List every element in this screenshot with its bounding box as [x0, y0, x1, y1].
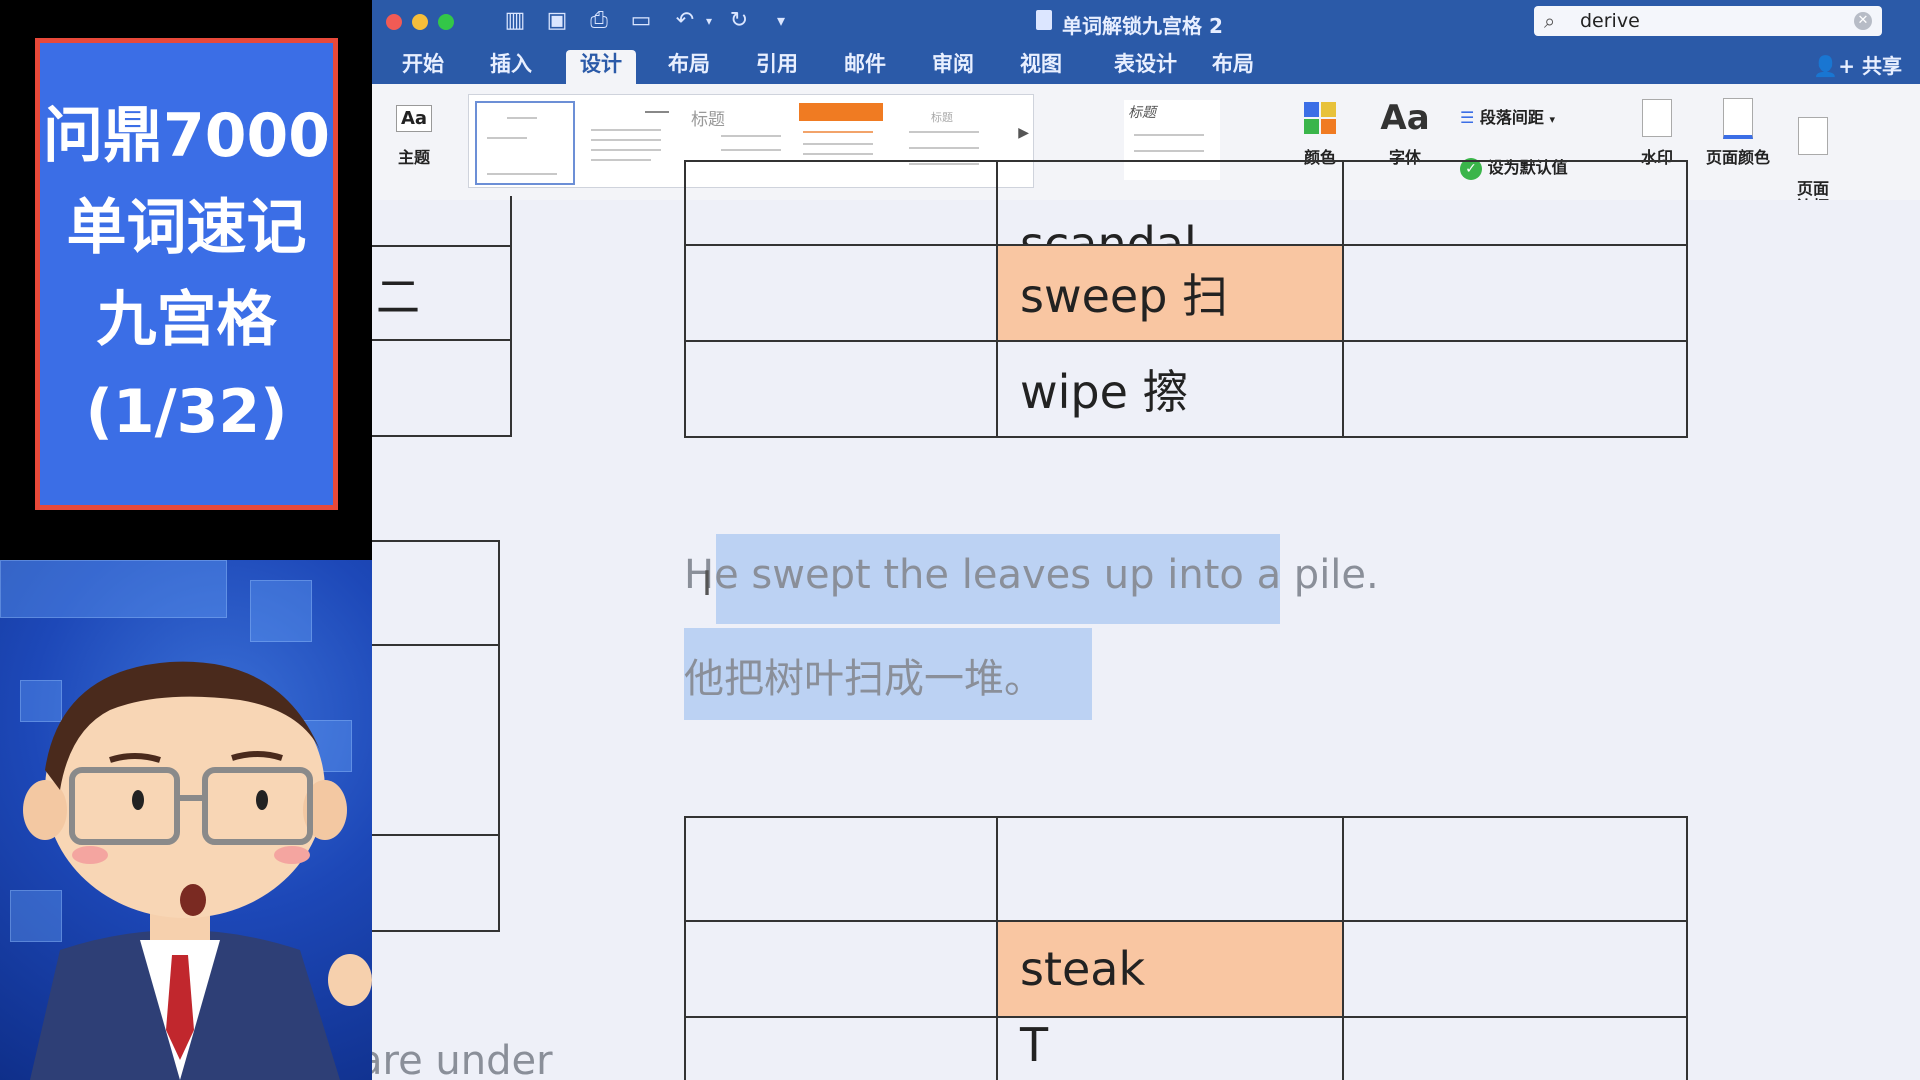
left-partial-table-bottom	[372, 540, 500, 932]
paragraph-spacing-icon: ☰	[1460, 108, 1475, 127]
style-thumb-3-title: 标题	[691, 110, 725, 130]
tab-view[interactable]: 视图	[1006, 50, 1076, 84]
customize-toolbar-icon[interactable]: ▾	[768, 10, 794, 32]
colors-button[interactable]: 颜色	[1290, 98, 1350, 168]
minimize-window-button[interactable]	[412, 14, 428, 30]
word-cell-wipe[interactable]: wipe 擦	[996, 340, 1344, 438]
word-cell-sweep[interactable]: sweep 扫	[996, 244, 1344, 342]
page-color-button[interactable]: 页面颜色	[1698, 97, 1778, 168]
search-box[interactable]: ⌕ derive ✕	[1534, 6, 1882, 36]
search-input[interactable]: derive	[1580, 10, 1640, 32]
word-grid-bottom: steak T	[684, 816, 1688, 1080]
page-color-label: 页面颜色	[1705, 148, 1770, 167]
search-icon: ⌕	[1544, 9, 1556, 33]
example-sentence-chinese[interactable]: 他把树叶扫成一堆。	[684, 646, 1044, 704]
page-borders-icon	[1793, 116, 1833, 156]
tab-insert[interactable]: 插入	[476, 50, 546, 84]
redo-icon[interactable]: ↻	[726, 10, 752, 32]
page-borders-button[interactable]: 页面 边框	[1788, 98, 1838, 216]
themes-label: 主题	[397, 148, 430, 167]
screen-icon[interactable]: ▭	[628, 10, 654, 32]
page-color-icon	[1718, 97, 1758, 139]
tab-mailings[interactable]: 邮件	[830, 50, 900, 84]
maximize-window-button[interactable]	[438, 14, 454, 30]
fonts-button[interactable]: Aa 字体	[1372, 98, 1438, 168]
example-sentence-english[interactable]: He swept the leaves up into a pile.	[684, 552, 1379, 598]
word-window: ▥ ▣ ⎙ ▭ ↶ ▾ ↻ ▾ 单词解锁九宫格 2 ⌕ derive ✕ 开始 …	[372, 0, 1920, 1080]
title-line-2: 单词速记	[66, 193, 307, 263]
paragraph-spacing-button[interactable]: ☰ 段落间距 ▾	[1460, 104, 1555, 128]
colors-icon	[1300, 98, 1340, 138]
word-cell-partial-t[interactable]: T	[996, 1016, 1344, 1080]
left-partial-table-top: 二	[372, 196, 512, 437]
word-cell-steak[interactable]: steak	[996, 920, 1344, 1018]
themes-button[interactable]: Aa 主题	[386, 98, 442, 168]
undo-dropdown-icon[interactable]: ▾	[696, 10, 722, 32]
save-icon[interactable]: ▣	[544, 10, 570, 32]
add-person-icon: 👤+	[1813, 54, 1862, 78]
style-thumb-5-title: 标题	[931, 111, 953, 124]
left-partial-char: 二	[372, 245, 512, 341]
style-thumb-7-title: 标题	[1128, 105, 1156, 121]
title-line-4: (1/32)	[85, 377, 288, 447]
bottom-left-partial-text: are under	[372, 1038, 553, 1080]
title-bar: ▥ ▣ ⎙ ▭ ↶ ▾ ↻ ▾ 单词解锁九宫格 2 ⌕ derive ✕	[372, 0, 1920, 42]
document-canvas[interactable]: 二 are under scandal sweep 扫 wipe 擦 He sw…	[372, 160, 1920, 1080]
close-window-button[interactable]	[386, 14, 402, 30]
title-line-3: 九宫格	[96, 285, 277, 355]
word-cell-partial: scandal	[1020, 217, 1197, 244]
themes-icon: Aa	[394, 98, 434, 138]
watermark-icon	[1637, 98, 1677, 138]
word-cell-empty[interactable]	[996, 816, 1344, 922]
style-thumb-1[interactable]	[475, 101, 575, 185]
tab-review[interactable]: 审阅	[918, 50, 988, 84]
tab-table-design[interactable]: 表设计	[1100, 50, 1191, 84]
sidebar-toggle-icon[interactable]: ▥	[502, 10, 528, 32]
clear-search-icon[interactable]: ✕	[1854, 12, 1872, 30]
print-icon[interactable]: ⎙	[586, 10, 612, 32]
tab-home[interactable]: 开始	[388, 50, 458, 84]
paragraph-spacing-dropdown-icon: ▾	[1549, 113, 1556, 126]
style-thumb-2[interactable]	[581, 101, 677, 181]
paragraph-spacing-label: 段落间距	[1479, 108, 1544, 127]
lesson-title-card: 问鼎7000 单词速记 九宫格 (1/32)	[35, 38, 338, 510]
tab-table-layout[interactable]: 布局	[1198, 50, 1268, 84]
tab-references[interactable]: 引用	[742, 50, 812, 84]
gallery-next-icon[interactable]: ▶	[1018, 125, 1029, 141]
title-line-1: 问鼎7000	[43, 101, 330, 171]
presenter-avatar-area	[0, 560, 372, 1080]
cartoon-presenter-icon	[23, 661, 372, 1080]
ribbon-tab-bar: 开始 插入 设计 布局 引用 邮件 审阅 视图 表设计 布局	[372, 42, 1920, 84]
document-title: 单词解锁九宫格 2	[1062, 14, 1223, 38]
fonts-icon: Aa	[1380, 98, 1430, 138]
share-label: 共享	[1862, 54, 1902, 78]
undo-icon[interactable]: ↶	[672, 10, 698, 32]
watermark-button[interactable]: 水印	[1632, 98, 1682, 168]
share-button[interactable]: 👤+ 共享	[1813, 50, 1902, 79]
text-cursor-icon: I	[702, 564, 713, 604]
left-overlay-panel: 问鼎7000 单词速记 九宫格 (1/32)	[0, 0, 372, 1080]
tab-design[interactable]: 设计	[566, 50, 636, 84]
document-icon	[1036, 10, 1052, 30]
tab-layout[interactable]: 布局	[654, 50, 724, 84]
word-grid-top: scandal sweep 扫 wipe 擦	[684, 160, 1688, 438]
